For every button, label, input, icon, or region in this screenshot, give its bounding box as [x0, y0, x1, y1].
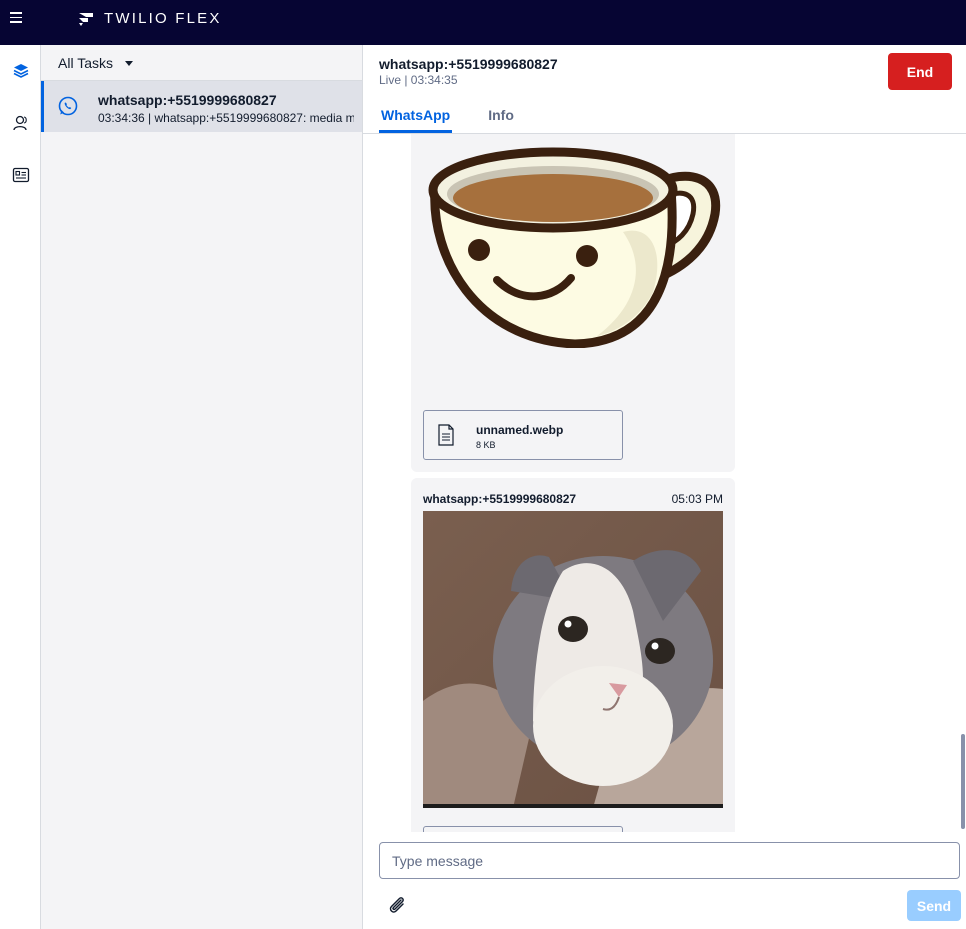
layers-icon [13, 64, 28, 78]
task-card[interactable]: whatsapp:+5519999680827 03:34:36 | whats… [41, 81, 362, 132]
caret-down-icon [124, 60, 133, 66]
send-button[interactable]: Send [907, 890, 961, 921]
message-list[interactable]: unnamed.webp 8 KB whatsapp:+551999968082… [363, 134, 966, 832]
hamburger-menu-icon[interactable] [10, 12, 22, 24]
scrollbar-thumb[interactable] [961, 734, 965, 829]
directory-icon [12, 167, 29, 183]
task-list-panel: All Tasks whatsapp:+5519999680827 03:34:… [41, 45, 363, 929]
conversation-status: Live | 03:34:35 [379, 73, 458, 87]
task-filter-label: All Tasks [58, 54, 113, 71]
contacts-icon [12, 115, 27, 131]
side-nav [0, 45, 41, 929]
file-size: 8 KB [476, 440, 496, 450]
file-attachment[interactable]: unnamed.webp 8 KB [423, 410, 623, 460]
file-attachment[interactable] [423, 826, 623, 832]
task-preview: 03:34:36 | whatsapp:+5519999680827: medi… [98, 111, 354, 125]
chat-scrollbar[interactable] [960, 134, 966, 832]
cat-photo[interactable] [423, 511, 723, 808]
coffee-cup-sticker [428, 147, 721, 348]
message-timestamp: 05:03 PM [671, 492, 723, 506]
nav-teams[interactable] [0, 103, 41, 143]
tab-info[interactable]: Info [486, 107, 516, 133]
task-filter-dropdown[interactable]: All Tasks [41, 45, 362, 81]
twilio-flex-logo-icon [79, 12, 93, 26]
conversation-tabs: WhatsApp Info [379, 107, 516, 133]
task-title: whatsapp:+5519999680827 [98, 92, 277, 108]
nav-agent-desktop[interactable] [0, 51, 41, 91]
file-name: unnamed.webp [476, 423, 564, 437]
message-bubble: unnamed.webp 8 KB [411, 134, 735, 472]
message-input[interactable] [379, 842, 960, 879]
nav-directory[interactable] [0, 155, 41, 195]
tab-whatsapp[interactable]: WhatsApp [379, 107, 453, 133]
conversation-panel: whatsapp:+5519999680827 Live | 03:34:35 … [363, 45, 966, 929]
paperclip-icon[interactable] [386, 894, 408, 916]
conversation-title: whatsapp:+5519999680827 [379, 56, 558, 72]
document-icon [438, 424, 454, 446]
whatsapp-icon [58, 96, 78, 116]
end-button[interactable]: End [888, 53, 952, 90]
top-bar: TWILIO FLEX [0, 0, 966, 45]
message-bubble: whatsapp:+5519999680827 05:03 PM [411, 478, 735, 832]
brand-name: TWILIO FLEX [104, 10, 222, 27]
brand: TWILIO FLEX [78, 10, 222, 27]
message-author: whatsapp:+5519999680827 [423, 492, 577, 506]
